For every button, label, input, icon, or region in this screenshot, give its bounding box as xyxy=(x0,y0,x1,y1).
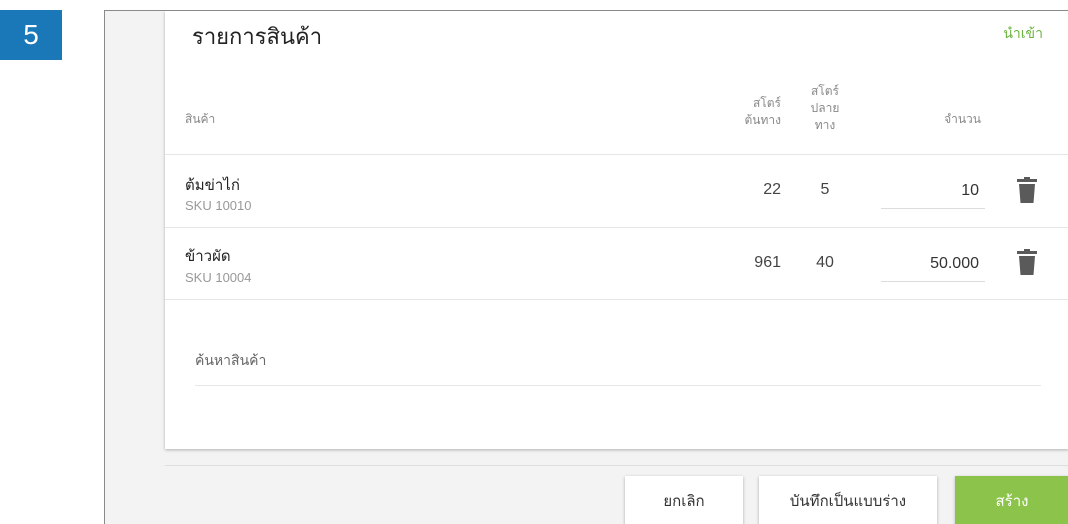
column-header-origin-store: สโตร์ ต้นทาง xyxy=(725,95,781,129)
column-header-dest-line-2: ปลาย xyxy=(810,101,840,115)
origin-store-stock: 22 xyxy=(763,181,781,198)
product-name: ต้มข่าไก่ xyxy=(185,176,240,194)
column-header-dest-line-1: สโตร์ xyxy=(810,84,839,98)
import-link[interactable]: นำเข้า xyxy=(1003,23,1043,45)
column-header-origin-line-2: ต้นทาง xyxy=(744,113,781,127)
origin-store-stock: 961 xyxy=(754,254,781,271)
save-draft-button[interactable]: บันทึกเป็นแบบร่าง xyxy=(759,476,937,524)
row-divider xyxy=(165,299,1068,300)
header-divider xyxy=(165,154,1068,155)
quantity-input[interactable] xyxy=(881,246,985,282)
column-header-quantity: จำนวน xyxy=(944,112,981,126)
product-search-input[interactable] xyxy=(195,336,1041,386)
card-title: รายการสินค้า xyxy=(192,25,323,50)
product-sku: SKU 10004 xyxy=(185,270,252,285)
quantity-input[interactable] xyxy=(881,173,985,209)
column-header-dest-line-3: ทาง xyxy=(814,118,836,132)
column-header-product: สินค้า xyxy=(185,112,216,126)
footer-divider xyxy=(165,465,1068,466)
destination-store-stock: 40 xyxy=(816,254,834,271)
column-header-origin-line-1: สโตร์ xyxy=(752,96,781,110)
row-divider xyxy=(165,227,1068,228)
cancel-button[interactable]: ยกเลิก xyxy=(625,476,743,524)
app-screen: รายการสินค้า นำเข้า สินค้า สโตร์ ต้นทาง … xyxy=(104,10,1068,524)
create-button[interactable]: สร้าง xyxy=(955,476,1068,524)
trash-icon[interactable] xyxy=(1017,177,1037,203)
step-number-badge: 5 xyxy=(0,10,62,60)
trash-icon[interactable] xyxy=(1017,249,1037,275)
destination-store-stock: 5 xyxy=(820,181,830,198)
product-list-card: รายการสินค้า นำเข้า สินค้า สโตร์ ต้นทาง … xyxy=(165,11,1068,449)
product-name: ข้าวผัด xyxy=(185,247,231,265)
product-sku: SKU 10010 xyxy=(185,198,252,213)
column-header-destination-store: สโตร์ ปลาย ทาง xyxy=(805,83,845,134)
